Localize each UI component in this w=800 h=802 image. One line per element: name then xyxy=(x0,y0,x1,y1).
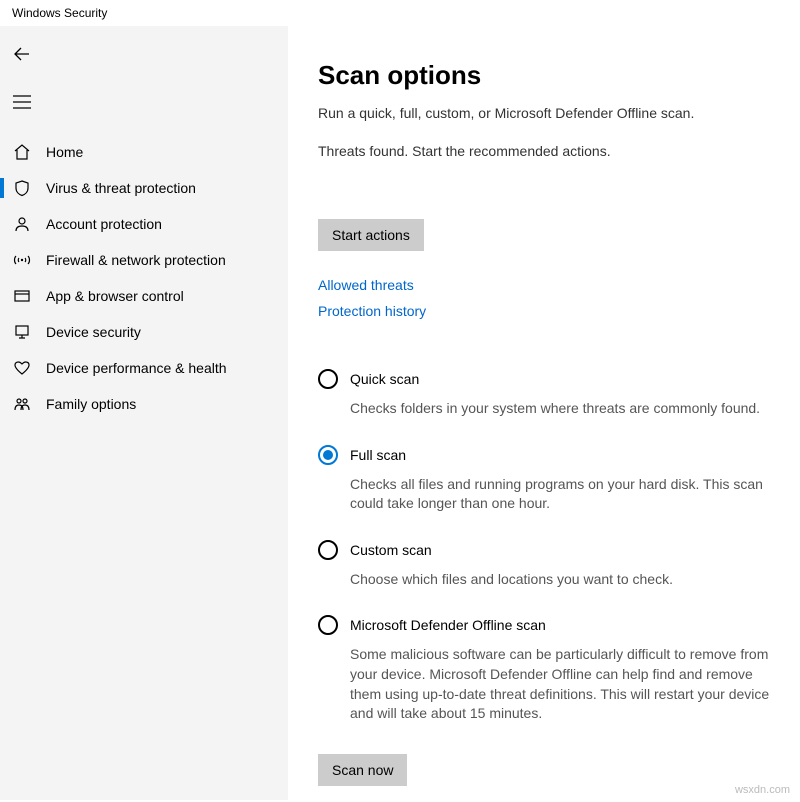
allowed-threats-link[interactable]: Allowed threats xyxy=(318,277,780,293)
radio-icon xyxy=(318,615,338,635)
start-actions-button[interactable]: Start actions xyxy=(318,219,424,251)
shield-icon xyxy=(12,178,32,198)
radio-quick-scan[interactable]: Quick scan Checks folders in your system… xyxy=(318,369,780,419)
radio-description: Choose which files and locations you wan… xyxy=(350,570,780,590)
sidebar-item-label: Device performance & health xyxy=(46,360,227,376)
sidebar-item-label: Virus & threat protection xyxy=(46,180,196,196)
sidebar-item-app-browser[interactable]: App & browser control xyxy=(0,278,288,314)
sidebar-item-device-security[interactable]: Device security xyxy=(0,314,288,350)
radio-label: Microsoft Defender Offline scan xyxy=(350,617,546,633)
device-shield-icon xyxy=(12,322,32,342)
signal-icon xyxy=(12,250,32,270)
threat-status: Threats found. Start the recommended act… xyxy=(318,143,780,159)
sidebar-item-virus-threat[interactable]: Virus & threat protection xyxy=(0,170,288,206)
hamburger-icon xyxy=(13,95,31,109)
sidebar-item-account[interactable]: Account protection xyxy=(0,206,288,242)
sidebar-item-label: Home xyxy=(46,144,83,160)
watermark: wsxdn.com xyxy=(735,784,790,796)
person-icon xyxy=(12,214,32,234)
sidebar-item-performance[interactable]: Device performance & health xyxy=(0,350,288,386)
sidebar-item-label: Device security xyxy=(46,324,141,340)
browser-icon xyxy=(12,286,32,306)
radio-label: Full scan xyxy=(350,447,406,463)
window-title: Windows Security xyxy=(12,6,107,20)
main-content: Scan options Run a quick, full, custom, … xyxy=(288,26,800,800)
radio-description: Checks all files and running programs on… xyxy=(350,475,780,514)
sidebar-item-label: Family options xyxy=(46,396,136,412)
radio-label: Custom scan xyxy=(350,542,432,558)
radio-icon xyxy=(318,540,338,560)
window-titlebar: Windows Security xyxy=(0,0,800,26)
back-arrow-icon xyxy=(13,45,31,63)
radio-icon xyxy=(318,369,338,389)
radio-label: Quick scan xyxy=(350,371,419,387)
family-icon xyxy=(12,394,32,414)
radio-icon xyxy=(318,445,338,465)
sidebar-item-label: Account protection xyxy=(46,216,162,232)
hamburger-button[interactable] xyxy=(0,82,44,122)
radio-description: Some malicious software can be particula… xyxy=(350,645,780,723)
sidebar-item-firewall[interactable]: Firewall & network protection xyxy=(0,242,288,278)
radio-custom-scan[interactable]: Custom scan Choose which files and locat… xyxy=(318,540,780,590)
scan-now-button[interactable]: Scan now xyxy=(318,754,407,786)
radio-full-scan[interactable]: Full scan Checks all files and running p… xyxy=(318,445,780,514)
sidebar: Home Virus & threat protection Account p… xyxy=(0,26,288,800)
sidebar-item-label: Firewall & network protection xyxy=(46,252,226,268)
heart-icon xyxy=(12,358,32,378)
sidebar-item-family[interactable]: Family options xyxy=(0,386,288,422)
scan-options-group: Quick scan Checks folders in your system… xyxy=(318,369,780,724)
sidebar-item-home[interactable]: Home xyxy=(0,134,288,170)
home-icon xyxy=(12,142,32,162)
radio-description: Checks folders in your system where thre… xyxy=(350,399,780,419)
back-button[interactable] xyxy=(0,34,44,74)
sidebar-item-label: App & browser control xyxy=(46,288,184,304)
protection-history-link[interactable]: Protection history xyxy=(318,303,780,319)
radio-offline-scan[interactable]: Microsoft Defender Offline scan Some mal… xyxy=(318,615,780,723)
page-subtitle: Run a quick, full, custom, or Microsoft … xyxy=(318,105,780,121)
page-title: Scan options xyxy=(318,60,780,91)
